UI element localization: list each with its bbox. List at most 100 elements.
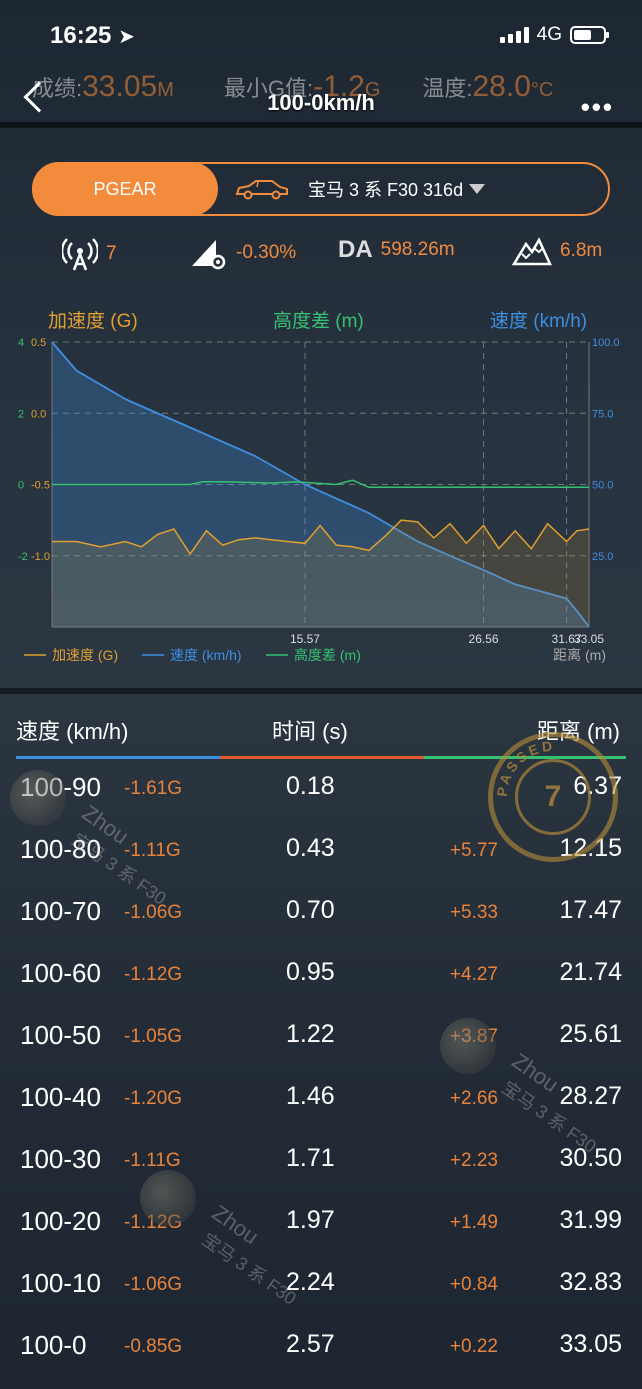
satellite-icon: [62, 238, 98, 271]
distance-value: 32.83: [559, 1268, 622, 1296]
time-value: 2.57: [286, 1330, 335, 1358]
speed-range: 100-50: [20, 1020, 101, 1050]
accel-axis-title: 加速度 (G): [48, 310, 138, 332]
table-row: 100-70 -1.06G 0.70 +5.33 17.47: [0, 896, 642, 958]
car-icon: [235, 180, 288, 200]
distance-value: 28.27: [559, 1082, 622, 1110]
x-tick: 15.57: [290, 632, 320, 646]
x-tick: 26.56: [469, 632, 499, 646]
speed-underline: [16, 756, 220, 759]
speed-range: 100-70: [20, 896, 101, 926]
network-type: 4G: [536, 24, 562, 45]
slope-gear-icon: [192, 240, 226, 270]
legend-altitude: 高度差 (m): [294, 647, 361, 663]
time-underline: [220, 756, 424, 759]
mountain-icon: [512, 237, 552, 266]
speed-range: 100-0: [20, 1330, 87, 1360]
x-axis-title: 距离 (m): [553, 647, 606, 663]
battery-icon: [570, 26, 609, 44]
x-tick: 33.05: [574, 632, 604, 646]
slope-value: -0.30%: [236, 242, 297, 263]
stamp-number: 7: [515, 759, 591, 835]
g-value: -1.11G: [124, 1150, 181, 1171]
altitude-tick: -0.5: [31, 480, 50, 492]
speed-tick: 100.0: [592, 337, 620, 349]
distance-delta: +2.23: [449, 1150, 498, 1171]
distance-delta: +2.66: [449, 1088, 498, 1109]
more-button[interactable]: •••: [581, 92, 614, 123]
header-divider: [0, 122, 642, 128]
accel-tick: -2: [18, 551, 28, 563]
altitude-axis-title: 高度差 (m): [273, 310, 364, 332]
g-value: -1.11G: [124, 840, 181, 861]
altitude-metric: 6.8m: [512, 236, 602, 266]
distance-value: 25.61: [559, 1020, 622, 1048]
chart-legend: 加速度 (G) 速度 (km/h) 高度差 (m): [24, 647, 361, 663]
time-value: 1.71: [286, 1144, 335, 1172]
distance-delta: +5.77: [449, 840, 498, 861]
g-value: -1.20G: [124, 1088, 183, 1109]
speed-tick: 75.0: [592, 408, 613, 420]
g-value: -1.06G: [124, 1274, 183, 1295]
altitude-tick: 0.5: [31, 337, 46, 349]
cell-signal-icon: [499, 27, 529, 43]
speed-tick: 25.0: [592, 551, 613, 563]
speed-range: 100-40: [20, 1082, 101, 1112]
da-value: 598.26m: [380, 239, 455, 260]
watermark-avatar: [10, 770, 66, 826]
status-indicators: 4G: [499, 24, 609, 46]
legend-accel: 加速度 (G): [52, 647, 118, 663]
satellite-count: 7: [62, 236, 117, 272]
table-row: 100-60 -1.12G 0.95 +4.27 21.74: [0, 958, 642, 1020]
slope-metric: -0.30%: [190, 236, 296, 270]
speed-range: 100-20: [20, 1206, 101, 1236]
table-row: 100-30 -1.11G 1.71 +2.23 30.50: [0, 1144, 642, 1206]
time-value: 0.18: [286, 772, 335, 800]
distance-delta: +4.27: [449, 964, 498, 985]
watermark-avatar: [440, 1018, 496, 1074]
speed-axis-title: 速度 (km/h): [490, 310, 587, 332]
time-value: 0.43: [286, 834, 335, 862]
g-value: -0.85G: [124, 1336, 183, 1357]
table-row: 100-20 -1.12G 1.97 +1.49 31.99: [0, 1206, 642, 1268]
table-divider: [0, 688, 642, 694]
distance-value: 31.99: [559, 1206, 622, 1234]
speed-range: 100-30: [20, 1144, 101, 1174]
distance-value: 17.47: [559, 896, 622, 924]
passed-stamp: PASSED 7: [488, 732, 618, 862]
table-row: 100-0 -0.85G 2.57 +0.22 33.05: [0, 1330, 642, 1389]
distance-value: 21.74: [559, 958, 622, 986]
time-value: 0.70: [286, 896, 335, 924]
distance-delta: +5.33: [449, 902, 498, 923]
pgear-button[interactable]: PGEAR: [32, 162, 218, 216]
distance-delta: +0.22: [449, 1336, 498, 1357]
watermark-avatar: [140, 1170, 196, 1226]
accel-tick: 0: [18, 480, 24, 492]
speed-tick: 50.0: [592, 480, 613, 492]
g-value: -1.05G: [124, 1026, 183, 1047]
g-value: -1.12G: [124, 964, 183, 985]
chevron-down-icon: [469, 184, 486, 194]
distance-value: 33.05: [559, 1330, 622, 1358]
altitude-tick: 0.0: [31, 408, 46, 420]
time-value: 1.22: [286, 1020, 335, 1048]
accel-tick: 4: [18, 337, 24, 349]
g-value: -1.61G: [124, 778, 183, 799]
status-time: 16:25 ➤: [50, 22, 135, 49]
time-value: 1.46: [286, 1082, 335, 1110]
altitude-value: 6.8m: [560, 240, 603, 261]
distance-delta: +0.84: [449, 1274, 498, 1295]
table-row: 100-10 -1.06G 2.24 +0.84 32.83: [0, 1268, 642, 1330]
da-label: DA: [338, 236, 373, 263]
satellite-value: 7: [106, 243, 117, 264]
legend-speed: 速度 (km/h): [170, 647, 242, 663]
altitude-tick: -1.0: [31, 551, 50, 563]
accel-tick: 2: [18, 408, 24, 420]
speed-range: 100-60: [20, 958, 101, 988]
car-name: 宝马 3 系 F30 316d: [308, 180, 464, 200]
page-title: 100-0km/h: [267, 90, 375, 115]
col-time: 时间 (s): [272, 719, 348, 744]
time-value: 1.97: [286, 1206, 335, 1234]
chart: 加速度 (G) 高度差 (m) 速度 (km/h) 100.0 75.0 50.0 2…: [18, 310, 620, 663]
car-select[interactable]: 宝马 3 系 F30 316d: [234, 176, 486, 202]
